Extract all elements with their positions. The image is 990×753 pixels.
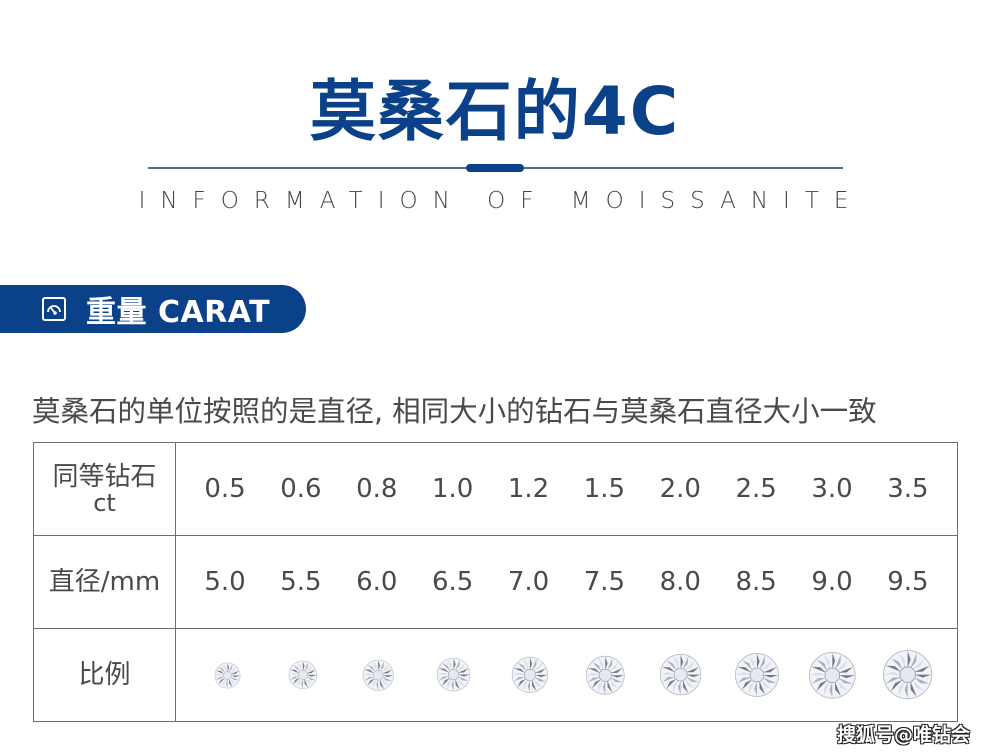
diamond-icon — [511, 656, 548, 694]
diamond-cell — [349, 659, 407, 691]
carat-values-cell: 0.5 0.6 0.8 1.0 1.2 1.5 2.0 2.5 3.0 3.5 — [175, 442, 958, 536]
diamond-cell — [728, 652, 786, 698]
row-label: 直径/mm — [48, 567, 161, 597]
diamond-icon — [288, 660, 317, 690]
diameter-value: 8.5 — [735, 567, 777, 597]
carat-value: 1.2 — [507, 474, 550, 504]
gauge-icon — [42, 297, 66, 321]
carat-value: 2.5 — [735, 474, 777, 504]
row-label: 同等钻石 — [52, 462, 157, 492]
diamond-icon — [585, 655, 625, 695]
diameter-values: 5.0 5.5 6.0 6.5 7.0 7.5 8.0 8.5 9.0 9.5 — [176, 567, 957, 597]
table-row-carat: 同等钻石 ct 0.5 0.6 0.8 1.0 1.2 1.5 2.0 2.5 3.0 3.5 — [33, 442, 958, 536]
diamond-icon — [883, 650, 933, 700]
row-label: 比例 — [78, 660, 131, 690]
diameter-value: 5.5 — [280, 567, 322, 597]
carat-value: 1.5 — [583, 474, 626, 504]
diamond-cell — [803, 651, 861, 700]
table-row-scale: 比例 — [33, 628, 958, 722]
diamond-cell — [425, 657, 483, 692]
carat-size-table: 同等钻石 ct 0.5 0.6 0.8 1.0 1.2 1.5 2.0 2.5 3.0 3.5 直… — [33, 442, 958, 722]
carat-value: 1.0 — [431, 474, 474, 504]
scale-cell — [175, 628, 958, 722]
diamond-icon — [808, 651, 856, 699]
diamond-cell — [501, 656, 559, 694]
diamond-cell — [879, 649, 937, 700]
diamond-icon — [734, 652, 779, 698]
row-header-carat: 同等钻石 ct — [33, 442, 176, 536]
diamond-scale — [176, 629, 957, 721]
page-title: 莫桑石的4C — [309, 73, 681, 150]
carat-value: 2.0 — [659, 474, 701, 504]
section-title: 重量 CARAT — [86, 295, 271, 330]
diamond-cell — [198, 662, 256, 689]
row-sublabel: ct — [93, 489, 116, 517]
diameter-value: 8.0 — [659, 567, 701, 597]
diameter-value: 9.0 — [811, 567, 853, 597]
carat-value: 0.8 — [356, 474, 398, 504]
diamond-icon — [437, 658, 471, 692]
row-header-scale: 比例 — [33, 628, 176, 722]
watermark: 搜狐号@唯钻会 — [836, 724, 970, 746]
diamond-cell — [274, 660, 332, 690]
diameter-value: 6.0 — [356, 567, 398, 597]
diameter-value: 7.0 — [507, 567, 550, 597]
table-row-diameter: 直径/mm 5.0 5.5 6.0 6.5 7.0 7.5 8.0 8.5 9.0 9.5 — [33, 535, 958, 629]
diamond-icon — [214, 662, 240, 688]
carat-value: 0.6 — [280, 474, 322, 504]
diameter-value: 6.5 — [431, 567, 474, 597]
diamond-icon — [660, 654, 702, 696]
diameter-value: 5.0 — [204, 567, 246, 597]
diamond-icon — [362, 659, 394, 691]
carat-value: 3.5 — [887, 474, 929, 504]
diameter-value: 9.5 — [887, 567, 929, 597]
diameter-values-cell: 5.0 5.5 6.0 6.5 7.0 7.5 8.0 8.5 9.0 9.5 — [175, 535, 958, 629]
section-description: 莫桑石的单位按照的是直径, 相同大小的钻石与莫桑石直径大小一致 — [32, 395, 877, 428]
row-header-diameter: 直径/mm — [33, 535, 176, 629]
diameter-value: 7.5 — [583, 567, 626, 597]
diamond-cell — [576, 655, 634, 696]
section-banner-carat: 重量 CARAT — [0, 285, 306, 333]
carat-value: 0.5 — [204, 474, 246, 504]
page-subtitle: INFORMATION OF MOISSANITE — [138, 188, 864, 214]
diamond-cell — [652, 653, 710, 696]
title-divider-accent — [466, 164, 524, 172]
carat-value: 3.0 — [811, 474, 853, 504]
carat-values: 0.5 0.6 0.8 1.0 1.2 1.5 2.0 2.5 3.0 3.5 — [176, 474, 957, 504]
